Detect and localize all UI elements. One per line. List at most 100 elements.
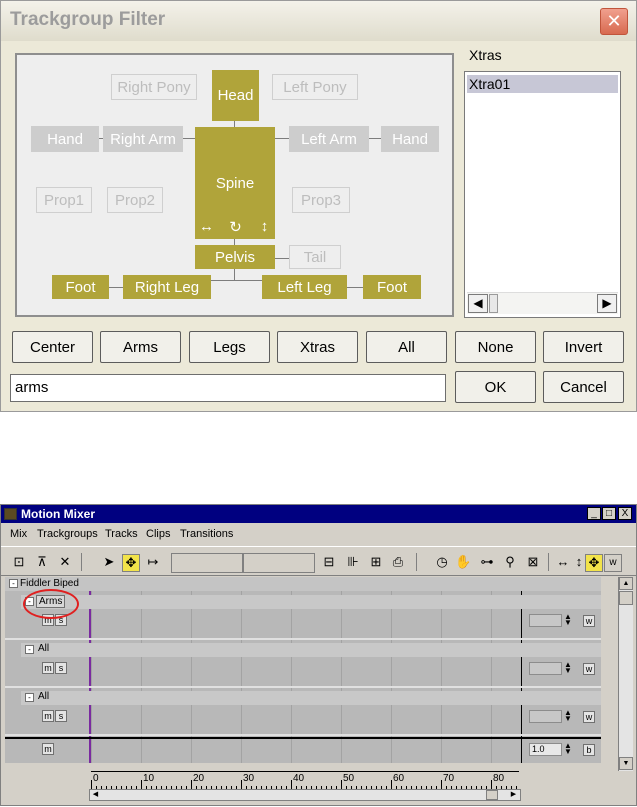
scroll-right-icon[interactable]: ▶ xyxy=(597,294,617,313)
head-button[interactable]: Head xyxy=(212,70,259,121)
xtras-button[interactable]: Xtras xyxy=(277,331,358,363)
zoom-region-icon[interactable]: ⊠ xyxy=(525,554,541,570)
trackgroup-name[interactable]: All xyxy=(38,643,49,654)
maximize-icon[interactable]: □ xyxy=(602,507,616,520)
all-button[interactable]: All xyxy=(366,331,447,363)
collapse-icon[interactable]: - xyxy=(25,645,34,654)
scroll-down-icon[interactable]: ▼ xyxy=(619,757,633,770)
none-button[interactable]: None xyxy=(455,331,536,363)
dialog-title-bar[interactable]: Trackgroup Filter ✕ xyxy=(1,1,636,41)
print-icon[interactable]: ⎙ xyxy=(390,554,406,570)
time-ruler[interactable]: 0 10 20 30 40 50 60 70 80 xyxy=(91,771,519,789)
weight-spinner[interactable] xyxy=(529,710,562,723)
scroll-left-icon[interactable]: ◀ xyxy=(468,294,488,313)
invert-button[interactable]: Invert xyxy=(543,331,624,363)
collapse-icon[interactable]: - xyxy=(9,579,18,588)
weight-curve-button[interactable]: w xyxy=(583,711,595,723)
spinner-arrows-icon[interactable]: ▲ ▼ xyxy=(564,742,572,756)
scale-clip-icon[interactable]: ↦ xyxy=(145,554,161,570)
ok-button[interactable]: OK xyxy=(455,371,536,403)
center-button[interactable]: Center xyxy=(12,331,93,363)
biped-name[interactable]: Fiddler Biped xyxy=(20,578,79,589)
scroll-thumb[interactable] xyxy=(619,591,633,605)
horizontal-arrow-icon[interactable]: ↔ xyxy=(555,554,571,570)
xtras-list[interactable]: Xtra01 ◀ ▶ xyxy=(464,71,621,318)
collapse-icon[interactable]: - xyxy=(25,693,34,702)
pan-hand-icon[interactable]: ✋ xyxy=(455,554,471,570)
prop1-button[interactable]: Prop1 xyxy=(36,187,92,213)
solo-button[interactable]: s xyxy=(55,662,67,674)
window-title-bar[interactable]: Motion Mixer _ □ X xyxy=(1,505,636,523)
horizontal-scrollbar[interactable]: ◀ ▶ xyxy=(89,789,521,801)
close-icon[interactable]: ✕ xyxy=(600,8,628,35)
menu-clips[interactable]: Clips xyxy=(146,528,170,540)
tracks-area[interactable]: - Fiddler Biped - Arms m s ▲ ▼ w - All m … xyxy=(5,577,601,763)
trackgroup-name-input[interactable]: arms xyxy=(10,374,446,402)
right-leg-button[interactable]: Right Leg xyxy=(123,275,211,299)
horizontal-move-icon[interactable]: ↔ xyxy=(196,216,217,237)
spinner-arrows-icon[interactable]: ▲ ▼ xyxy=(564,661,572,675)
close-icon[interactable]: X xyxy=(618,507,632,520)
weight-value-field[interactable]: 1.0 xyxy=(529,743,562,756)
weight-spinner[interactable] xyxy=(529,662,562,675)
trackgroup-icon[interactable]: ⊼ xyxy=(34,554,50,570)
pelvis-button[interactable]: Pelvis xyxy=(195,245,275,269)
select-arrow-icon[interactable]: ➤ xyxy=(101,554,117,570)
clock-icon[interactable]: ◷ xyxy=(434,554,450,570)
zoom-extents-icon[interactable]: ⊞ xyxy=(368,554,384,570)
rotate-icon[interactable]: ↻ xyxy=(225,216,246,237)
weight-curve-button[interactable]: w xyxy=(583,615,595,627)
right-foot-button[interactable]: Foot xyxy=(52,275,109,299)
scroll-up-icon[interactable]: ▲ xyxy=(619,577,633,590)
list-item[interactable]: Xtra01 xyxy=(467,75,618,93)
scroll-left-icon[interactable]: ◀ xyxy=(90,790,101,800)
fit-view-icon[interactable]: ⊟ xyxy=(321,554,337,570)
delete-icon[interactable]: ✕ xyxy=(57,554,73,570)
tail-button[interactable]: Tail xyxy=(289,245,341,269)
weight-spinner[interactable] xyxy=(529,614,562,627)
mute-button[interactable]: m xyxy=(42,710,54,722)
minimize-icon[interactable]: _ xyxy=(587,507,601,520)
vertical-move-icon[interactable]: ↕ xyxy=(254,216,275,237)
scroll-right-icon[interactable]: ▶ xyxy=(508,790,519,800)
menu-transitions[interactable]: Transitions xyxy=(180,528,233,540)
spinner-arrows-icon[interactable]: ▲ ▼ xyxy=(564,709,572,723)
toolbar-field[interactable] xyxy=(171,553,243,573)
menu-tracks[interactable]: Tracks xyxy=(105,528,138,540)
left-foot-button[interactable]: Foot xyxy=(363,275,421,299)
left-arm-button[interactable]: Left Arm xyxy=(289,126,369,152)
zoom-horizontal-icon[interactable]: ⊶ xyxy=(479,554,495,570)
mute-button[interactable]: m xyxy=(42,662,54,674)
vertical-scrollbar[interactable]: ▲ ▼ xyxy=(618,577,633,771)
left-hand-button[interactable]: Hand xyxy=(381,126,439,152)
move-icon[interactable]: ✥ xyxy=(122,554,140,572)
connector xyxy=(273,138,289,139)
cancel-button[interactable]: Cancel xyxy=(543,371,624,403)
prop2-button[interactable]: Prop2 xyxy=(107,187,163,213)
legs-button[interactable]: Legs xyxy=(189,331,270,363)
prop3-button[interactable]: Prop3 xyxy=(292,187,350,213)
toolbar-field[interactable] xyxy=(243,553,315,573)
zoom-icon[interactable]: ⚲ xyxy=(502,554,518,570)
mute-button[interactable]: m xyxy=(42,743,54,755)
menu-trackgroups[interactable]: Trackgroups xyxy=(37,528,98,540)
trackgroup-name[interactable]: All xyxy=(38,691,49,702)
spinner-arrows-icon[interactable]: ▲ ▼ xyxy=(564,613,572,627)
b-button[interactable]: b xyxy=(583,744,595,756)
left-pony-button[interactable]: Left Pony xyxy=(272,74,358,100)
left-leg-button[interactable]: Left Leg xyxy=(262,275,347,299)
solo-button[interactable]: s xyxy=(55,710,67,722)
right-pony-button[interactable]: Right Pony xyxy=(111,74,197,100)
right-hand-button[interactable]: Hand xyxy=(31,126,99,152)
move-both-icon[interactable]: ✥ xyxy=(585,554,603,572)
fit-width-icon[interactable]: ⊪ xyxy=(345,554,361,570)
scroll-thumb[interactable] xyxy=(489,294,498,313)
right-arm-button[interactable]: Right Arm xyxy=(103,126,183,152)
xtras-horizontal-scrollbar[interactable]: ◀ ▶ xyxy=(467,292,618,314)
scroll-thumb[interactable] xyxy=(486,790,498,800)
set-range-icon[interactable]: ⊡ xyxy=(11,554,27,570)
weight-curve-button[interactable]: w xyxy=(583,663,595,675)
weight-toggle-icon[interactable]: w xyxy=(604,554,622,572)
menu-mix[interactable]: Mix xyxy=(10,528,27,540)
arms-button[interactable]: Arms xyxy=(100,331,181,363)
